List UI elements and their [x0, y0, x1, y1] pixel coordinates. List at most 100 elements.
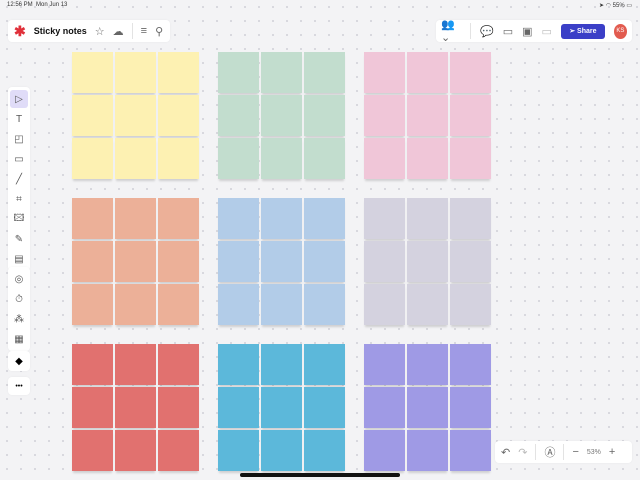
pen-tool[interactable]: ✎ — [10, 230, 28, 248]
sticky-note[interactable] — [115, 198, 156, 239]
sticky-note[interactable] — [364, 284, 405, 325]
sticky-note[interactable] — [450, 241, 491, 282]
sticky-note[interactable] — [218, 284, 259, 325]
sticky-note[interactable] — [364, 241, 405, 282]
sticky-note[interactable] — [218, 138, 259, 179]
sticky-note[interactable] — [115, 430, 156, 471]
sticky-note[interactable] — [72, 284, 113, 325]
sticky-note[interactable] — [261, 430, 302, 471]
sticky-note[interactable] — [304, 241, 345, 282]
sticky-note[interactable] — [261, 138, 302, 179]
sticky-note[interactable] — [115, 52, 156, 93]
sticky-note[interactable] — [407, 95, 448, 136]
zoom-in-icon[interactable]: + — [609, 446, 615, 458]
sticky-note[interactable] — [304, 138, 345, 179]
apps-icon[interactable]: ▦ — [10, 330, 28, 348]
sticky-note[interactable] — [450, 198, 491, 239]
star-icon[interactable]: ☆ — [95, 25, 105, 38]
sticky-note[interactable] — [72, 387, 113, 428]
sticky-note[interactable] — [218, 344, 259, 385]
sticky-note[interactable] — [72, 95, 113, 136]
sticky-note[interactable] — [407, 344, 448, 385]
sticky-note[interactable] — [261, 284, 302, 325]
sticky-note[interactable] — [407, 138, 448, 179]
sticky-note[interactable] — [158, 387, 199, 428]
sticky-note[interactable] — [450, 430, 491, 471]
reactions-icon[interactable]: ⁂ — [10, 310, 28, 328]
sticky-note[interactable] — [261, 95, 302, 136]
zoom-out-icon[interactable]: − — [572, 446, 578, 458]
sticky-note[interactable] — [72, 52, 113, 93]
sticky-note[interactable] — [407, 387, 448, 428]
sticky-note[interactable] — [304, 387, 345, 428]
rectangle-tool[interactable]: ▭ — [10, 150, 28, 168]
cloud-icon[interactable]: ☁ — [113, 25, 124, 38]
sticky-note[interactable] — [115, 387, 156, 428]
sticky-note[interactable] — [261, 387, 302, 428]
search-icon[interactable]: ⚲ — [155, 25, 163, 38]
sticky-note[interactable] — [158, 344, 199, 385]
line-tool[interactable]: ╱ — [10, 170, 28, 188]
sticky-note[interactable] — [115, 95, 156, 136]
sticky-note[interactable] — [407, 430, 448, 471]
chat-icon[interactable]: ▭ — [503, 25, 513, 38]
sticky-note[interactable] — [158, 52, 199, 93]
timer-icon[interactable]: ⏱ — [10, 290, 28, 308]
templates-icon[interactable]: ◎ — [10, 270, 28, 288]
sticky-note[interactable] — [407, 284, 448, 325]
sticky-note[interactable] — [218, 430, 259, 471]
collaborators-icon[interactable]: 👥⌄ — [441, 18, 461, 44]
more-button[interactable]: ••• — [8, 377, 30, 395]
undo-icon[interactable]: ↶ — [501, 446, 510, 459]
sticky-note[interactable] — [218, 387, 259, 428]
comment-icon[interactable]: 💬 — [480, 25, 494, 38]
sticky-note[interactable] — [450, 387, 491, 428]
diamond-button[interactable]: ◆ — [8, 351, 30, 371]
select-tool[interactable]: ▷ — [10, 90, 28, 108]
sticky-note[interactable] — [218, 198, 259, 239]
zoom-level[interactable]: 53% — [587, 449, 601, 456]
sticky-note[interactable] — [407, 198, 448, 239]
sticky-note[interactable] — [304, 198, 345, 239]
frame-tool[interactable]: ⌗ — [10, 190, 28, 208]
sticky-note[interactable] — [304, 95, 345, 136]
avatar[interactable]: KS — [613, 23, 627, 39]
video-icon[interactable]: ▭ — [542, 25, 552, 38]
sticky-note[interactable] — [364, 52, 405, 93]
sticky-note[interactable] — [158, 430, 199, 471]
sticky-note[interactable] — [158, 284, 199, 325]
sticky-note[interactable] — [115, 284, 156, 325]
sticky-note[interactable] — [158, 198, 199, 239]
sticky-note[interactable] — [261, 241, 302, 282]
sticky-note[interactable] — [115, 344, 156, 385]
sticky-note[interactable] — [72, 241, 113, 282]
sticky-note-tool[interactable]: ◰ — [10, 130, 28, 148]
sticky-note[interactable] — [450, 52, 491, 93]
menu-icon[interactable]: ≡ — [141, 25, 147, 37]
sticky-note[interactable] — [407, 241, 448, 282]
card-tool[interactable]: ▤ — [10, 250, 28, 268]
sticky-note[interactable] — [364, 198, 405, 239]
sticky-note[interactable] — [72, 430, 113, 471]
sticky-note[interactable] — [304, 284, 345, 325]
map-icon[interactable]: Ⓐ — [544, 444, 555, 460]
sticky-note[interactable] — [450, 284, 491, 325]
sticky-note[interactable] — [261, 198, 302, 239]
sticky-note[interactable] — [158, 138, 199, 179]
sticky-note[interactable] — [158, 241, 199, 282]
sticky-note[interactable] — [450, 95, 491, 136]
sticky-note[interactable] — [364, 95, 405, 136]
sticky-note[interactable] — [364, 344, 405, 385]
sticky-note[interactable] — [218, 52, 259, 93]
share-button[interactable]: ➢ Share — [560, 23, 605, 39]
redo-icon[interactable]: ↷ — [518, 446, 527, 459]
text-tool[interactable]: T — [10, 110, 28, 128]
sticky-note[interactable] — [72, 138, 113, 179]
sticky-note[interactable] — [72, 344, 113, 385]
sticky-note[interactable] — [261, 344, 302, 385]
sticky-note[interactable] — [158, 95, 199, 136]
sticky-note[interactable] — [218, 95, 259, 136]
sticky-note[interactable] — [261, 52, 302, 93]
sticky-note[interactable] — [407, 52, 448, 93]
sticky-note[interactable] — [364, 430, 405, 471]
